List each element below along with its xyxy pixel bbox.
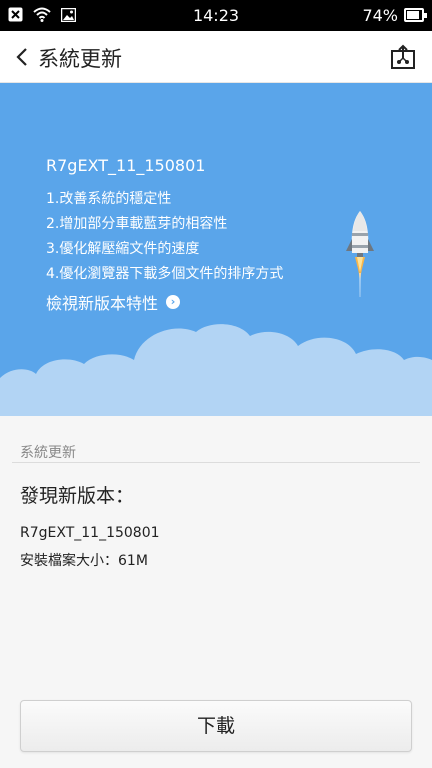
release-notes: 1.改善系統的穩定性 2.增加部分車載藍芽的相容性 3.優化解壓縮文件的速度 4… — [46, 187, 283, 287]
chevron-right-circle-icon: › — [166, 295, 181, 309]
install-file-size: 安裝檔案大小：61M — [20, 553, 148, 569]
view-new-features-label: 檢視新版本特性 — [46, 294, 159, 313]
section-label: 系統更新 — [20, 445, 76, 461]
release-note-item: 1.改善系統的穩定性 — [46, 191, 172, 207]
new-version-number: R7gEXT_11_150801 — [20, 525, 160, 541]
page-title: 系統更新 — [38, 47, 122, 71]
update-banner: R7gEXT_11_150801 1.改善系統的穩定性 2.增加部分車載藍芽的相… — [0, 83, 432, 416]
banner-version: R7gEXT_11_150801 — [46, 156, 206, 175]
section-divider — [12, 462, 420, 463]
rocket-icon — [346, 211, 374, 297]
new-version-heading: 發現新版本： — [20, 485, 135, 507]
release-note-item: 3.優化解壓縮文件的速度 — [46, 241, 200, 257]
clouds-illustration — [0, 324, 432, 416]
status-bar: 14:23 74% — [0, 0, 432, 31]
app-header: 系統更新 — [0, 31, 432, 83]
release-note-item: 2.增加部分車載藍芽的相容性 — [46, 216, 228, 232]
battery-percentage: 74% — [362, 6, 398, 25]
view-new-features-link[interactable]: 檢視新版本特性 › — [46, 290, 181, 314]
update-info-section: 系統更新 發現新版本： R7gEXT_11_150801 安裝檔案大小：61M … — [0, 416, 432, 768]
chevron-left-icon[interactable] — [10, 43, 34, 71]
battery-icon — [404, 8, 427, 22]
share-icon[interactable] — [390, 44, 416, 70]
download-button[interactable]: 下載 — [20, 700, 412, 752]
release-note-item: 4.優化瀏覽器下載多個文件的排序方式 — [46, 266, 284, 282]
